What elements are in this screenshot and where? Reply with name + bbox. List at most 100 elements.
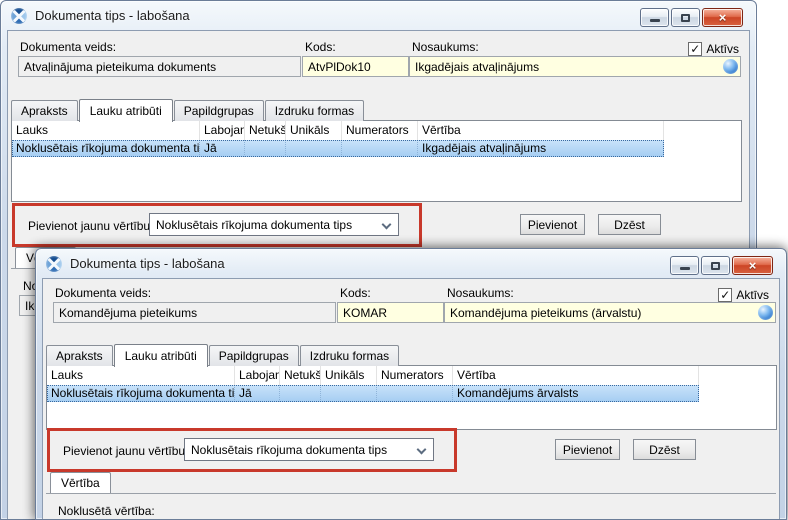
- default-value-label: Noklusētā vērtība:: [58, 504, 155, 518]
- active-checkbox[interactable]: ✓ Aktīvs: [718, 288, 769, 302]
- cell-numerators: [342, 140, 418, 157]
- table-header: Lauks Labojams Netukšs Unikāls Numerator…: [12, 121, 741, 140]
- titlebar[interactable]: Dokumenta tips - labošana ×: [1, 1, 756, 30]
- pievienot-button[interactable]: Pievienot: [555, 439, 620, 460]
- maximize-icon: [711, 261, 720, 270]
- col-lauks[interactable]: Lauks: [47, 366, 235, 385]
- window-controls: ×: [670, 256, 773, 275]
- close-button[interactable]: ×: [702, 8, 743, 27]
- add-value-dropdown[interactable]: Noklusētais rīkojuma dokumenta tips: [149, 213, 399, 236]
- tab-papildgrupas[interactable]: Papildgrupas: [208, 345, 299, 366]
- maximize-button[interactable]: [671, 8, 700, 27]
- dialog-client-area: Dokumenta veids: Kods: Nosaukums: Komand…: [42, 278, 780, 519]
- cell-vertiba: Komandējums ārvalsts: [453, 385, 699, 402]
- tab-lauku-atributi[interactable]: Lauku atribūti: [78, 99, 173, 122]
- add-value-dropdown-value: Noklusētais rīkojuma dokumenta tips: [191, 442, 388, 457]
- attributes-table: Lauks Labojams Netukšs Unikāls Numerator…: [46, 365, 777, 430]
- maximize-icon: [681, 13, 690, 22]
- active-checkbox[interactable]: ✓ Aktīvs: [688, 42, 739, 56]
- minimize-button[interactable]: [640, 8, 669, 27]
- tab-apraksts[interactable]: Apraksts: [46, 345, 113, 366]
- highlight-annotation: Pievienot jaunu vērtību: Noklusētais rīk…: [47, 428, 457, 472]
- row-filler: [664, 140, 741, 157]
- cell-unikals: [286, 140, 342, 157]
- col-netukss[interactable]: Netukšs: [280, 366, 321, 385]
- close-icon: ×: [748, 258, 757, 273]
- name-field-value: Ikgadējais atvaļinājums: [415, 59, 540, 74]
- globe-icon[interactable]: [758, 305, 773, 320]
- col-netukss[interactable]: Netukšs: [245, 121, 286, 140]
- cell-lauks: Noklusētais rīkojuma dokumenta tips: [12, 140, 200, 157]
- cell-netukss: [280, 385, 321, 402]
- minimize-icon: [649, 19, 660, 22]
- tab-strip: Apraksts Lauku atribūti Papildgrupas Izd…: [11, 98, 365, 122]
- name-field-value: Komandējuma pieteikums (ārvalstu): [450, 305, 642, 320]
- app-icon: [46, 255, 62, 272]
- app-icon: [11, 7, 27, 24]
- maximize-button[interactable]: [701, 256, 730, 275]
- minimize-button[interactable]: [670, 256, 699, 275]
- chevron-down-icon: [416, 444, 427, 455]
- highlight-annotation: Pievienot jaunu vērtību: Noklusētais rīk…: [12, 203, 422, 247]
- pievienot-button[interactable]: Pievienot: [520, 214, 585, 235]
- col-numerators[interactable]: Numerators: [342, 121, 418, 140]
- vertiba-pane: Noklusētā vērtība:: [46, 493, 776, 519]
- selected-row[interactable]: Noklusētais rīkojuma dokumenta tips Jā K…: [47, 385, 699, 402]
- window-title: Dokumenta tips - labošana: [70, 256, 225, 271]
- tab-izdruku-formas[interactable]: Izdruku formas: [264, 100, 365, 121]
- tab-lauku-atributi[interactable]: Lauku atribūti: [113, 344, 208, 367]
- name-label: Nosaukums:: [447, 286, 514, 300]
- doc-type-field[interactable]: Atvaļinājuma pieteikuma dokuments: [18, 56, 301, 77]
- add-value-label: Pievienot jaunu vērtību:: [28, 219, 154, 233]
- checkbox-check-icon: ✓: [718, 288, 733, 302]
- doc-type-label: Dokumenta veids:: [55, 286, 152, 300]
- window-title: Dokumenta tips - labošana: [35, 8, 190, 23]
- row-filler: [699, 385, 776, 402]
- tab-vertiba[interactable]: Vērtība: [50, 472, 111, 493]
- col-unikals[interactable]: Unikāls: [286, 121, 342, 140]
- tab-apraksts[interactable]: Apraksts: [11, 100, 78, 121]
- col-labojams[interactable]: Labojams: [235, 366, 280, 385]
- active-checkbox-label: Aktīvs: [706, 42, 739, 56]
- dzest-button[interactable]: Dzēst: [633, 439, 696, 460]
- close-button[interactable]: ×: [732, 256, 773, 275]
- code-label: Kods:: [305, 40, 336, 54]
- doc-type-label: Dokumenta veids:: [20, 40, 117, 54]
- doc-type-field[interactable]: Komandējuma pieteikums: [53, 302, 336, 323]
- name-field[interactable]: Ikgadējais atvaļinājums: [409, 56, 741, 77]
- col-vertiba[interactable]: Vērtība: [453, 366, 699, 385]
- dialog-window-front: Dokumenta tips - labošana × Dokumenta ve…: [35, 248, 787, 520]
- titlebar[interactable]: Dokumenta tips - labošana ×: [36, 249, 786, 278]
- checkbox-check-icon: ✓: [688, 42, 703, 56]
- add-value-dropdown[interactable]: Noklusētais rīkojuma dokumenta tips: [184, 438, 434, 461]
- col-vertiba[interactable]: Vērtība: [418, 121, 664, 140]
- header-filler: [699, 366, 776, 385]
- add-value-dropdown-value: Noklusētais rīkojuma dokumenta tips: [156, 217, 353, 232]
- col-lauks[interactable]: Lauks: [12, 121, 200, 140]
- active-checkbox-label: Aktīvs: [736, 288, 769, 302]
- code-field[interactable]: AtvPlDok10: [302, 56, 409, 77]
- cell-numerators: [377, 385, 453, 402]
- table-header: Lauks Labojams Netukšs Unikāls Numerator…: [47, 366, 776, 385]
- add-value-label: Pievienot jaunu vērtību:: [63, 444, 189, 458]
- cell-netukss: [245, 140, 286, 157]
- code-field[interactable]: KOMAR: [337, 302, 444, 323]
- name-field[interactable]: Komandējuma pieteikums (ārvalstu): [444, 302, 776, 323]
- chevron-down-icon: [381, 219, 392, 230]
- name-label: Nosaukums:: [412, 40, 479, 54]
- table-row[interactable]: Noklusētais rīkojuma dokumenta tips Jā K…: [47, 385, 776, 402]
- tab-papildgrupas[interactable]: Papildgrupas: [173, 100, 264, 121]
- attributes-table: Lauks Labojams Netukšs Unikāls Numerator…: [11, 120, 742, 202]
- table-row[interactable]: Noklusētais rīkojuma dokumenta tips Jā I…: [12, 140, 741, 157]
- col-labojams[interactable]: Labojams: [200, 121, 245, 140]
- tab-izdruku-formas[interactable]: Izdruku formas: [299, 345, 400, 366]
- dzest-button[interactable]: Dzēst: [598, 214, 661, 235]
- col-numerators[interactable]: Numerators: [377, 366, 453, 385]
- close-icon: ×: [718, 10, 727, 25]
- selected-row[interactable]: Noklusētais rīkojuma dokumenta tips Jā I…: [12, 140, 664, 157]
- cell-labojams: Jā: [235, 385, 280, 402]
- col-unikals[interactable]: Unikāls: [321, 366, 377, 385]
- cell-labojams: Jā: [200, 140, 245, 157]
- cell-vertiba: Ikgadējais atvaļinājums: [418, 140, 664, 157]
- globe-icon[interactable]: [723, 59, 738, 74]
